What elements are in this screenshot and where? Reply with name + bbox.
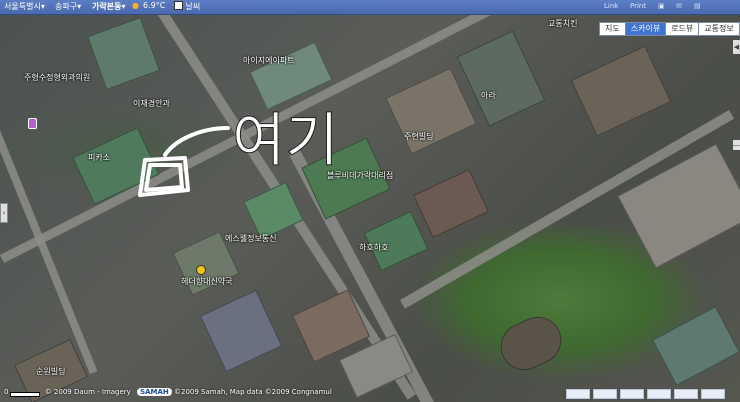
place-label[interactable]: 순원빌딩 [36, 366, 65, 377]
place-label[interactable]: 피카소 [88, 152, 110, 163]
scale-text: 0 [4, 388, 9, 396]
city-select[interactable]: 서울특별시▾ [4, 1, 45, 12]
menu-icon[interactable]: ▤ [694, 2, 701, 10]
annotation-text: 여기 [232, 106, 339, 174]
tab-map[interactable]: 지도 [599, 22, 626, 36]
place-label[interactable]: 아라 [481, 90, 496, 101]
nav-button[interactable] [620, 389, 644, 399]
pharmacy-marker-icon[interactable] [196, 265, 206, 275]
weather-checkbox[interactable]: 날씨 [174, 1, 200, 12]
nav-button[interactable] [674, 389, 698, 399]
checkbox-icon[interactable] [174, 1, 183, 10]
satellite-map[interactable]: 여기 교통치킨 아이지에이파트 주형수정형외과의원 이재경안과 아라 주현빌딩 … [0, 0, 740, 402]
link-button[interactable]: Link [604, 2, 618, 10]
zoom-handle[interactable]: — [733, 140, 740, 150]
tab-traffic[interactable]: 교통정보 [698, 22, 740, 36]
hand-drawn-annotation: 여기 [138, 106, 339, 197]
nav-button[interactable] [647, 389, 671, 399]
neighborhood-select[interactable]: 가락본동▾ [92, 1, 125, 12]
map-footer: 0 © 2009 Daum - Imagery SAMAH ©2009 Sama… [4, 388, 332, 400]
temperature-text: 6.9°C [143, 1, 166, 10]
capture-icon[interactable]: ▣ [658, 2, 665, 10]
attribution-text: ©2009 Samah, Map data ©2009 Congnamul [174, 388, 332, 396]
place-label[interactable]: 헤더향대신약국 [181, 276, 233, 287]
place-label[interactable]: 교통치킨 [548, 18, 577, 29]
left-panel-handle[interactable]: ‹ [0, 203, 8, 223]
place-label[interactable]: 에스웰정보통신 [225, 233, 277, 244]
print-button[interactable]: Print [630, 2, 646, 10]
district-select[interactable]: 송파구▾ [55, 1, 81, 12]
weather-sun-icon: ● [132, 1, 139, 10]
tab-skyview[interactable]: 스카이뷰 [624, 22, 667, 36]
map-view-tabs: 지도 스카이뷰 로드뷰 교통정보 [599, 22, 740, 36]
place-label[interactable]: 블루비데가락대리점 [327, 170, 393, 181]
panel-arrow-icon[interactable]: ◀ [733, 40, 740, 54]
nav-button[interactable] [566, 389, 590, 399]
provider-logo: SAMAH [137, 388, 172, 396]
location-toolbar: 서울특별시▾ 송파구▾ 가락본동▾ ● 6.9°C 날씨 Link Print … [0, 0, 740, 15]
nav-button[interactable] [593, 389, 617, 399]
nav-button[interactable] [701, 389, 725, 399]
bottom-nav-buttons [566, 389, 725, 399]
place-label[interactable]: 이재경안과 [133, 98, 170, 109]
place-label[interactable]: 주형수정형외과의원 [24, 72, 90, 83]
mail-icon[interactable]: ✉ [676, 2, 682, 10]
poi-marker-icon[interactable] [28, 118, 37, 129]
copyright-text: © 2009 Daum - Imagery [44, 388, 131, 396]
place-label[interactable]: 아이지에이파트 [243, 55, 295, 66]
tab-roadview[interactable]: 로드뷰 [665, 22, 700, 36]
place-label[interactable]: 주현빌딩 [404, 131, 433, 142]
place-label[interactable]: 하호하호 [359, 242, 388, 253]
